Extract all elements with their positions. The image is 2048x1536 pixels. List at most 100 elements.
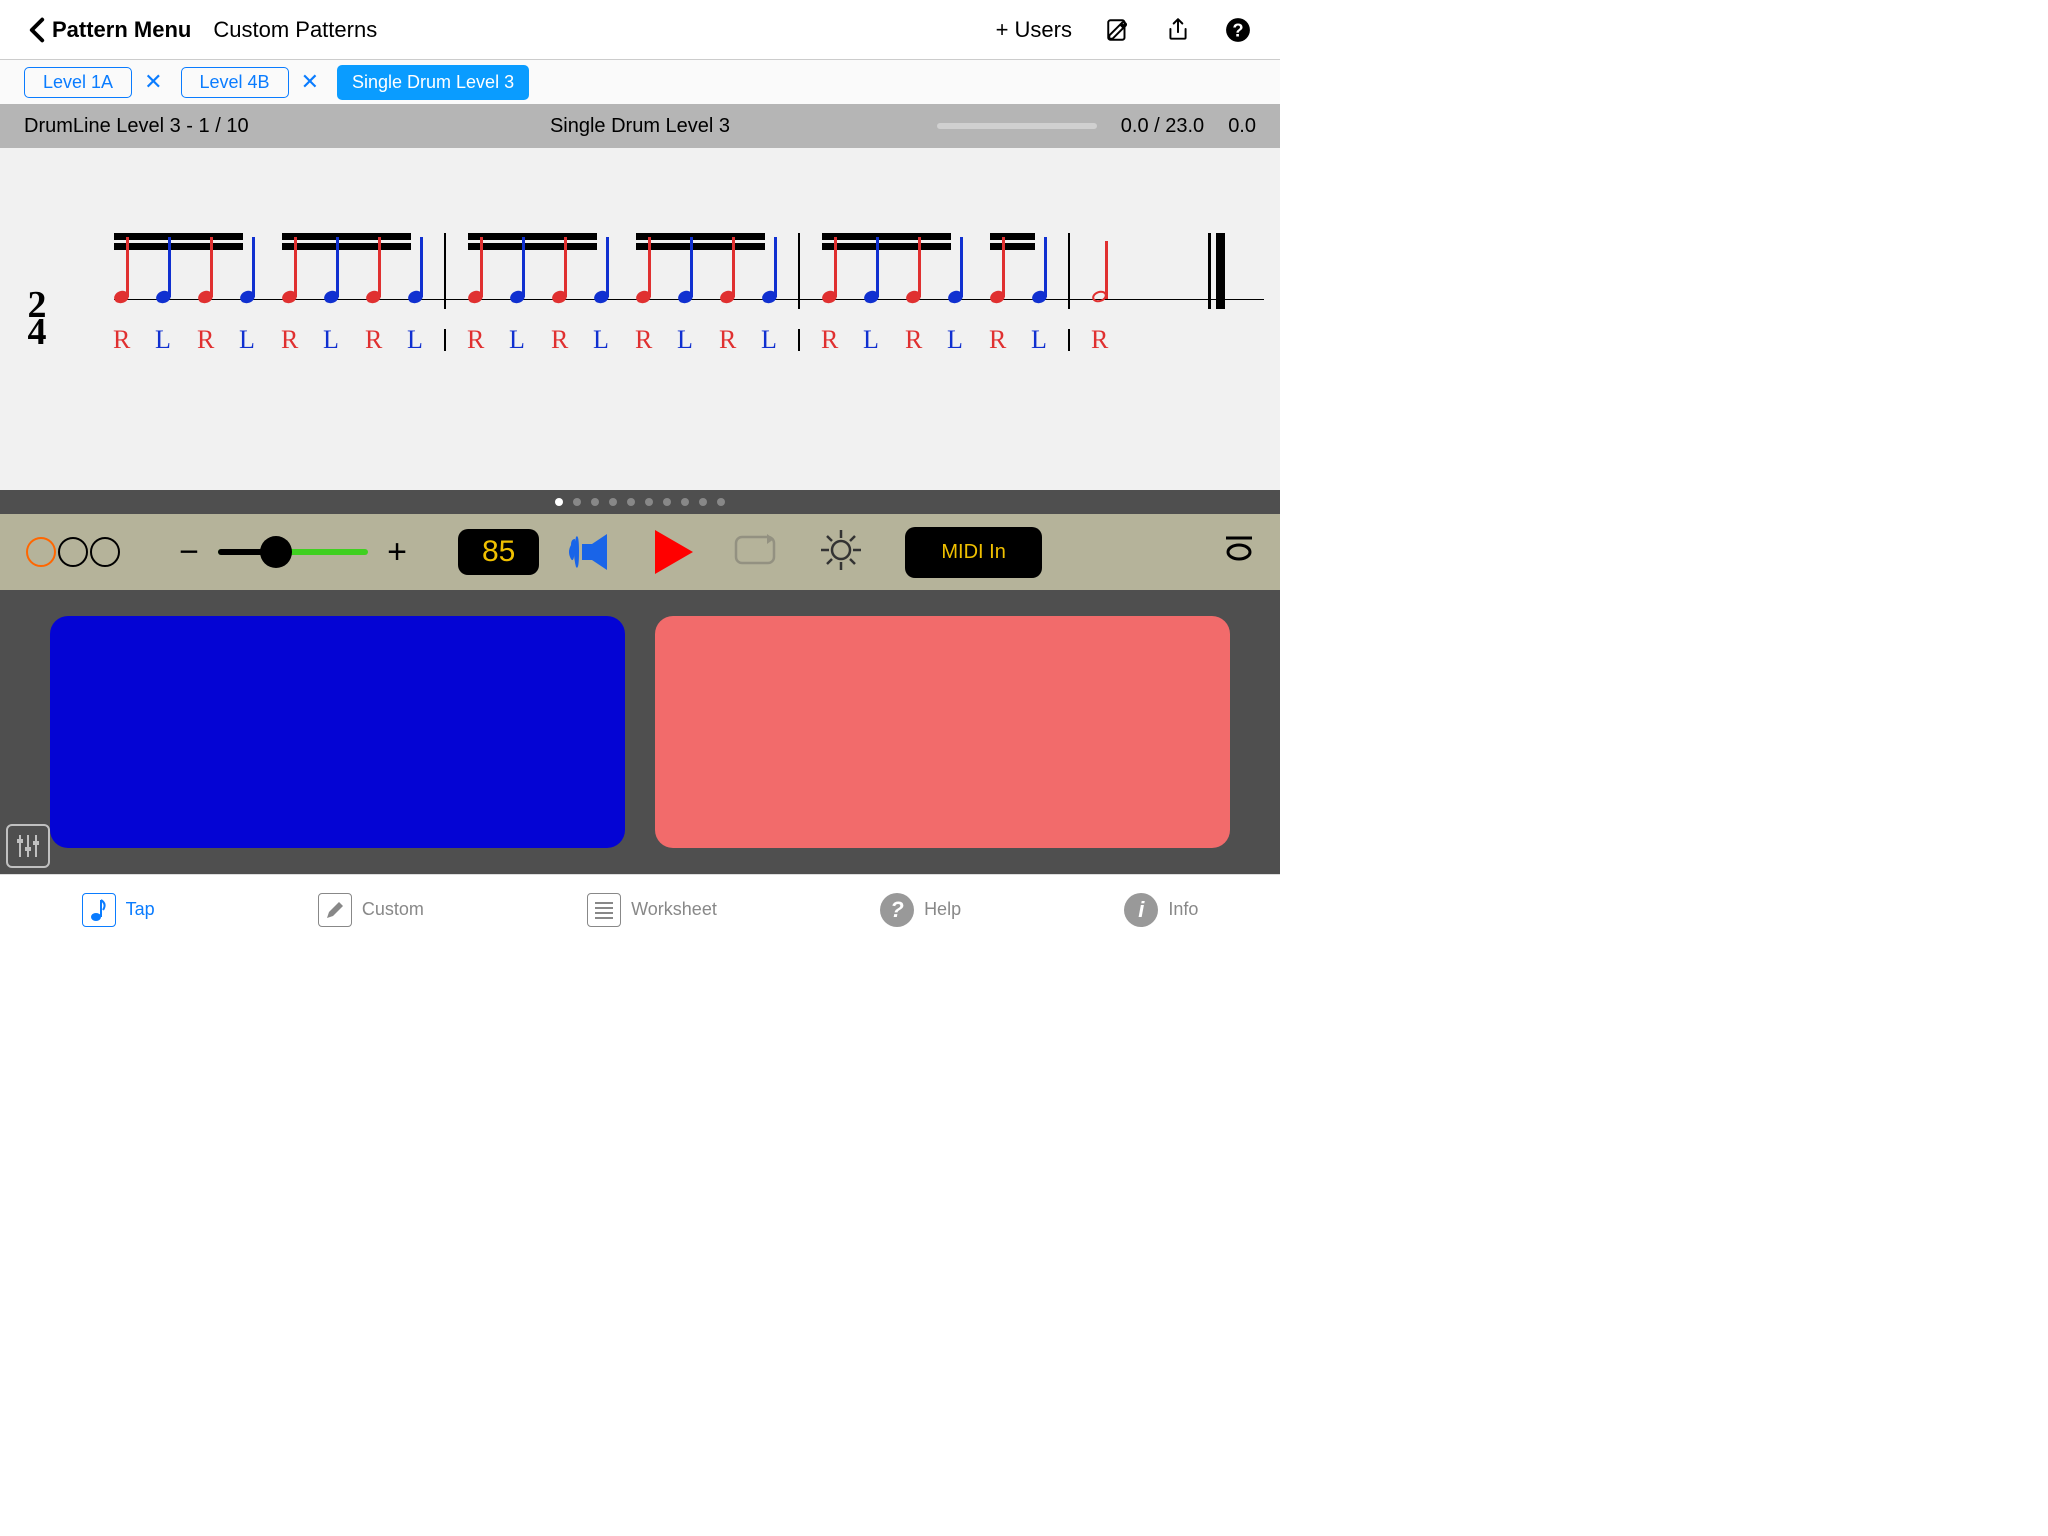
pattern-name-label: Single Drum Level 3 (550, 115, 730, 138)
tab-close-button[interactable]: ✕ (132, 69, 174, 95)
loop-icon (733, 531, 777, 569)
bottom-tab-label: Tap (126, 899, 155, 920)
bottom-tab-label: Info (1168, 899, 1198, 920)
score-ratio: 0.0 / 23.0 (1121, 115, 1204, 138)
page-dot[interactable] (627, 498, 635, 506)
play-button[interactable] (655, 530, 693, 574)
control-bar: − + 85 MIDI In (0, 490, 1280, 590)
bottom-tab-label: Worksheet (631, 899, 717, 920)
page-dot[interactable] (573, 498, 581, 506)
sticking-letter: R (365, 325, 382, 355)
tab-chip[interactable]: Level 4B✕ (181, 65, 332, 99)
midi-in-button[interactable]: MIDI In (905, 527, 1041, 578)
sticking-letter: R (989, 325, 1006, 355)
sticking-letter: R (905, 325, 922, 355)
sticking-letter: R (635, 325, 652, 355)
page-dot[interactable] (609, 498, 617, 506)
time-signature: 2 4 (16, 292, 58, 345)
bottom-tab-info[interactable]: iInfo (1124, 893, 1198, 927)
bottom-tab-label: Help (924, 899, 961, 920)
sticking-letter: L (947, 325, 963, 355)
question-circle-icon: ? (1225, 17, 1251, 43)
sticking-letter: R (1091, 325, 1108, 355)
tempo-plus-button[interactable]: + (380, 533, 414, 572)
tab-label: Single Drum Level 3 (337, 65, 529, 100)
tempo-minus-button[interactable]: − (172, 533, 206, 572)
status-bar: DrumLine Level 3 - 1 / 10 Single Drum Le… (0, 104, 1280, 148)
circle-icon (90, 537, 120, 567)
help-button[interactable]: ? (1224, 16, 1252, 44)
time-sig-bottom: 4 (16, 319, 58, 346)
sound-button[interactable] (569, 531, 615, 573)
tab-close-button[interactable]: ✕ (289, 69, 331, 95)
sticking-letter: L (1031, 325, 1047, 355)
notation-area: 2 4 RLRLRLRLRLRLRLRLRLRLRLR (0, 148, 1280, 490)
tempo-slider[interactable] (218, 549, 368, 555)
bottom-tab-help[interactable]: ? Help (880, 893, 961, 927)
sticking-letter: R (821, 325, 838, 355)
mixer-button[interactable] (6, 824, 50, 868)
sticking-letter: L (407, 325, 423, 355)
sticking-letter: L (677, 325, 693, 355)
pattern-position-label: DrumLine Level 3 - 1 / 10 (24, 115, 249, 138)
right-tap-pad[interactable] (655, 616, 1230, 848)
tab-label: Level 4B (181, 67, 289, 98)
score-value: 0.0 (1228, 115, 1256, 138)
sticking-letter: L (239, 325, 255, 355)
sticking-letter: L (323, 325, 339, 355)
count-indicator (26, 537, 120, 567)
sticking-letter: L (593, 325, 609, 355)
progress-track (937, 123, 1097, 129)
sticking-letter: L (863, 325, 879, 355)
circle-icon (58, 537, 88, 567)
sticking-letter: L (761, 325, 777, 355)
pagination-dots[interactable] (0, 490, 1280, 514)
page-dot[interactable] (717, 498, 725, 506)
speaker-icon (569, 531, 615, 573)
settings-button[interactable] (817, 526, 865, 579)
page-title: Custom Patterns (213, 17, 377, 43)
left-tap-pad[interactable] (50, 616, 625, 848)
back-label: Pattern Menu (52, 17, 191, 43)
gear-icon (817, 526, 865, 574)
sticking-letter: R (113, 325, 130, 355)
sticking-letter: R (551, 325, 568, 355)
bottom-tab-bar: Tap Custom Worksheet? Help iInfo (0, 874, 1280, 944)
sticking-letter: L (155, 325, 171, 355)
tabs-row: Level 1A✕Level 4B✕Single Drum Level 3 (0, 60, 1280, 104)
page-dot[interactable] (681, 498, 689, 506)
sticking-letter: R (281, 325, 298, 355)
pencil-icon (318, 893, 352, 927)
note-value-button[interactable] (1224, 535, 1254, 569)
tab-chip[interactable]: Level 1A✕ (24, 65, 175, 99)
top-toolbar: Pattern Menu Custom Patterns + Users ? (0, 0, 1280, 60)
tab-chip[interactable]: Single Drum Level 3 (337, 65, 529, 99)
loop-button[interactable] (733, 531, 777, 574)
bottom-tab-label: Custom (362, 899, 424, 920)
page-dot[interactable] (591, 498, 599, 506)
page-dot[interactable] (663, 498, 671, 506)
tempo-display[interactable]: 85 (458, 529, 539, 575)
svg-text:?: ? (1232, 19, 1243, 40)
bottom-tab-tap[interactable]: Tap (82, 893, 155, 927)
compose-icon (1105, 17, 1131, 43)
back-button[interactable]: Pattern Menu (28, 17, 191, 43)
page-dot[interactable] (645, 498, 653, 506)
tap-pad-area (0, 590, 1280, 874)
chevron-left-icon (28, 17, 46, 43)
share-icon (1165, 17, 1191, 43)
share-button[interactable] (1164, 16, 1192, 44)
bottom-tab-worksheet[interactable]: Worksheet (587, 893, 717, 927)
note-icon (82, 893, 116, 927)
question-circle-icon: ? (880, 893, 914, 927)
compose-button[interactable] (1104, 16, 1132, 44)
sticking-letter: R (197, 325, 214, 355)
add-users-button[interactable]: + Users (996, 17, 1072, 43)
circle-active-icon (26, 537, 56, 567)
sticking-letter: R (719, 325, 736, 355)
page-dot[interactable] (555, 498, 563, 506)
tempo-thumb[interactable] (260, 536, 292, 568)
bottom-tab-custom[interactable]: Custom (318, 893, 424, 927)
page-dot[interactable] (699, 498, 707, 506)
tab-label: Level 1A (24, 67, 132, 98)
